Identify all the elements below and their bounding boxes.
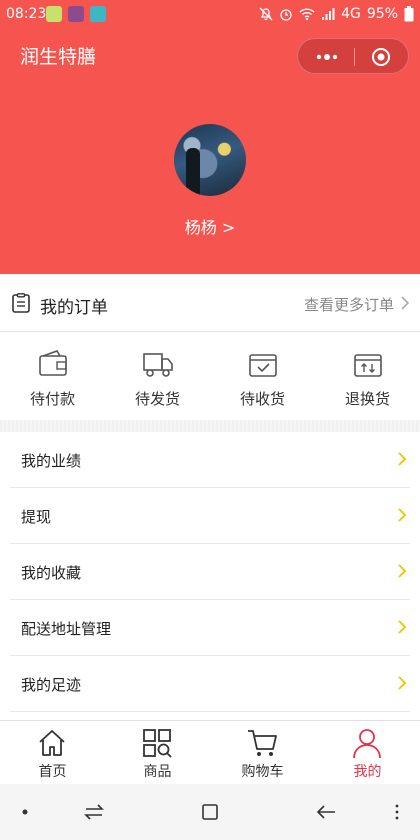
chevron-right-icon — [398, 508, 407, 522]
mute-icon — [259, 7, 273, 21]
battery-level: 95% — [366, 6, 398, 22]
miniprogram-capsule — [297, 38, 409, 74]
tab-home[interactable]: 首页 — [0, 721, 105, 785]
tab-label: 商品 — [143, 764, 172, 780]
avatar-tree-shape — [186, 148, 200, 196]
my-orders-title: 我的订单 — [40, 298, 108, 318]
wifi-icon — [299, 8, 315, 21]
tab-products[interactable]: 商品 — [105, 721, 210, 785]
order-item-label: 待收货 — [239, 390, 285, 408]
switch-icon[interactable] — [83, 802, 105, 822]
more-dots-icon[interactable] — [312, 49, 342, 65]
tab-label: 我的 — [353, 764, 382, 780]
tab-cart[interactable]: 购物车 — [210, 721, 315, 785]
cart-icon — [248, 730, 277, 756]
grid-search-icon — [143, 729, 172, 758]
chevron-right-icon — [401, 296, 410, 310]
network-type: 4G — [341, 6, 361, 22]
chevron-right-icon — [398, 452, 407, 466]
my-orders-header: 我的订单 查看更多订单 — [0, 274, 420, 332]
order-item-label: 待发货 — [134, 390, 180, 408]
menu-item-performance[interactable]: 我的业绩 — [10, 432, 410, 488]
menu-item-addresses[interactable]: 配送地址管理 — [10, 600, 410, 656]
menu-item-label: 我的业绩 — [21, 452, 82, 470]
status-time: 08:23 — [6, 6, 47, 22]
notification-app-icon — [90, 6, 106, 22]
avatar[interactable] — [174, 124, 246, 196]
dot-icon[interactable] — [14, 802, 36, 822]
order-item-label: 待付款 — [29, 390, 75, 408]
menu-list: 我的业绩 提现 我的收藏 配送地址管理 我的足迹 — [0, 432, 420, 712]
clipboard-icon — [12, 293, 30, 313]
profile-header: 08:23 4G 95% 润生特膳 杨杨 > — [0, 0, 420, 274]
section-divider — [0, 420, 420, 432]
tab-label: 购物车 — [241, 764, 284, 780]
wallet-icon — [39, 350, 67, 376]
order-pending-payment[interactable]: 待付款 — [0, 332, 105, 420]
menu-item-withdraw[interactable]: 提现 — [10, 488, 410, 544]
close-target-icon[interactable] — [371, 47, 391, 67]
app-title: 润生特膳 — [20, 46, 97, 68]
order-pending-shipment[interactable]: 待发货 — [105, 332, 210, 420]
box-check-icon — [249, 354, 277, 377]
status-indicators: 4G 95% — [259, 6, 414, 22]
alarm-icon — [280, 9, 292, 21]
menu-item-label: 配送地址管理 — [21, 620, 112, 638]
menu-item-label: 我的收藏 — [21, 564, 82, 582]
system-navigation-bar — [0, 784, 420, 840]
box-return-icon — [354, 354, 382, 377]
back-arrow-icon[interactable] — [315, 802, 337, 822]
truck-icon — [143, 353, 173, 377]
battery-icon — [404, 6, 414, 22]
username-link[interactable]: 杨杨 > — [0, 214, 420, 238]
chevron-right-icon — [398, 564, 407, 578]
capsule-divider — [354, 48, 355, 66]
home-square-icon[interactable] — [199, 802, 221, 822]
order-item-label: 退换货 — [344, 390, 390, 408]
tab-bar: 首页 商品 购物车 我的 — [0, 720, 420, 784]
menu-item-label: 提现 — [21, 508, 52, 526]
menu-item-label: 我的足迹 — [21, 676, 82, 694]
menu-item-history[interactable]: 我的足迹 — [10, 656, 410, 712]
tab-label: 首页 — [38, 764, 67, 780]
menu-item-favorites[interactable]: 我的收藏 — [10, 544, 410, 600]
order-pending-receipt[interactable]: 待收货 — [210, 332, 315, 420]
notification-app-icon — [46, 6, 62, 22]
view-more-orders-link[interactable]: 查看更多订单 — [304, 294, 394, 315]
home-icon — [39, 730, 65, 756]
chevron-right-icon — [398, 620, 407, 634]
notification-icons — [46, 6, 106, 22]
order-return-exchange[interactable]: 退换货 — [315, 332, 420, 420]
menu-dots-icon[interactable] — [386, 802, 408, 822]
signal-icon — [322, 8, 335, 20]
status-bar: 08:23 4G 95% — [0, 0, 420, 30]
notification-app-icon — [68, 6, 84, 22]
tab-profile[interactable]: 我的 — [315, 721, 420, 785]
order-status-row: 待付款 待发货 待收货 退换货 — [0, 332, 420, 420]
user-icon — [353, 729, 381, 758]
chevron-right-icon — [398, 676, 407, 690]
